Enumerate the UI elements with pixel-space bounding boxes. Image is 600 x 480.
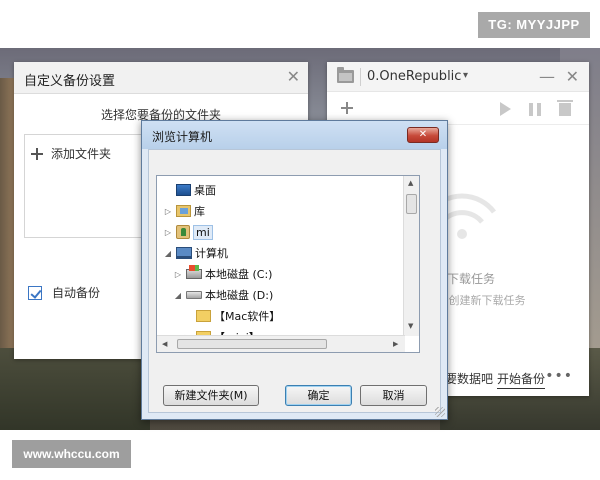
scroll-left-icon[interactable]: ◀ bbox=[162, 340, 167, 348]
close-icon[interactable]: ✕ bbox=[566, 67, 579, 86]
user-folder-icon bbox=[176, 225, 190, 239]
minimize-icon[interactable]: — bbox=[539, 67, 555, 86]
computer-icon bbox=[176, 247, 192, 259]
auto-backup-checkbox[interactable] bbox=[28, 285, 42, 300]
scroll-thumb[interactable] bbox=[177, 339, 327, 349]
add-folder-label: 添加文件夹 bbox=[51, 147, 112, 161]
trash-icon[interactable] bbox=[557, 100, 573, 116]
folder-icon bbox=[337, 67, 354, 83]
tree-item-desktop[interactable]: 桌面 bbox=[163, 180, 216, 200]
tree-item-drive-d[interactable]: ◢ 本地磁盘 (D:) bbox=[173, 285, 273, 305]
tree-item-label: 【Mac软件】 bbox=[214, 310, 281, 323]
restore-data-link[interactable]: 要数据吧 bbox=[445, 370, 493, 387]
tree-item-label: mi bbox=[193, 224, 213, 240]
horizontal-scrollbar[interactable]: ◀ ▶ bbox=[157, 335, 405, 352]
tree-item-label: 库 bbox=[194, 205, 205, 218]
resize-grip-icon[interactable] bbox=[435, 407, 445, 417]
plus-icon bbox=[31, 147, 43, 160]
new-folder-button[interactable]: 新建文件夹(M) bbox=[163, 385, 259, 406]
watermark-top-right: TG: MYYJJPP bbox=[478, 12, 590, 38]
drive-icon bbox=[186, 291, 202, 299]
empty-state-title: 下载任务 bbox=[447, 272, 496, 286]
auto-backup-option: 自动备份 bbox=[28, 284, 100, 301]
play-icon[interactable] bbox=[500, 102, 511, 116]
ok-button[interactable]: 确定 bbox=[285, 385, 352, 406]
dialog-close-button[interactable]: ✕ bbox=[407, 127, 439, 143]
expand-arrow-icon[interactable]: ▷ bbox=[163, 207, 173, 216]
vertical-scrollbar[interactable]: ▲ ▼ bbox=[403, 176, 419, 336]
folder-icon bbox=[196, 310, 211, 322]
download-titlebar[interactable]: 0.OneRepublic ▾ — ✕ bbox=[327, 62, 589, 92]
tree-item-label: 计算机 bbox=[195, 247, 228, 260]
library-icon bbox=[176, 205, 191, 217]
watermark-bottom-left: www.whccu.com bbox=[12, 440, 131, 468]
title-separator bbox=[360, 68, 361, 86]
tree-item-label: 桌面 bbox=[194, 184, 216, 197]
chevron-down-icon[interactable]: ▾ bbox=[463, 70, 468, 81]
scroll-right-icon[interactable]: ▶ bbox=[393, 340, 398, 348]
dialog-title: 浏览计算机 bbox=[152, 130, 213, 144]
dialog-titlebar[interactable]: 浏览计算机 ✕ bbox=[142, 121, 447, 149]
scroll-thumb[interactable] bbox=[406, 194, 417, 214]
tree-item-label: 本地磁盘 (D:) bbox=[205, 289, 274, 302]
scroll-up-icon[interactable]: ▲ bbox=[408, 179, 413, 187]
collapse-arrow-icon[interactable]: ◢ bbox=[173, 291, 183, 300]
plus-icon bbox=[341, 102, 353, 114]
folder-tree[interactable]: 桌面 ▷ 库 ▷ mi ◢ 计算机 ▷ 本地磁盘 (C:) ◢ 本地磁盘 (D:… bbox=[156, 175, 420, 353]
add-folder-button[interactable]: 添加文件夹 bbox=[31, 145, 111, 162]
collapse-arrow-icon[interactable]: ◢ bbox=[163, 249, 173, 258]
more-icon[interactable]: ••• bbox=[545, 368, 573, 384]
tree-item-library[interactable]: ▷ 库 bbox=[163, 201, 205, 221]
backup-settings-title: 自定义备份设置 bbox=[24, 74, 116, 89]
tree-item-mi[interactable]: ▷ mi bbox=[163, 222, 213, 242]
backup-settings-titlebar[interactable]: 自定义备份设置 ✕ bbox=[14, 62, 308, 94]
browse-computer-dialog: 浏览计算机 ✕ 桌面 ▷ 库 ▷ mi ◢ 计算机 ▷ 本地磁盘 (C:) ◢ … bbox=[141, 120, 448, 420]
expand-arrow-icon[interactable]: ▷ bbox=[163, 228, 173, 237]
auto-backup-label: 自动备份 bbox=[52, 286, 101, 300]
tree-item-drive-c[interactable]: ▷ 本地磁盘 (C:) bbox=[173, 264, 272, 284]
empty-state-hint: *创建新下载任务 bbox=[443, 294, 526, 307]
pause-icon[interactable] bbox=[529, 103, 541, 116]
tree-item-computer[interactable]: ◢ 计算机 bbox=[163, 243, 228, 263]
tree-item-label: 本地磁盘 (C:) bbox=[205, 268, 273, 281]
close-icon[interactable]: ✕ bbox=[287, 67, 300, 87]
expand-arrow-icon[interactable]: ▷ bbox=[173, 270, 183, 279]
scroll-down-icon[interactable]: ▼ bbox=[408, 322, 413, 330]
start-backup-link[interactable]: 开始备份 bbox=[497, 370, 546, 389]
add-task-button[interactable] bbox=[341, 102, 353, 117]
download-window-title[interactable]: 0.OneRepublic bbox=[367, 69, 461, 84]
desktop-trees-left bbox=[0, 348, 150, 430]
system-drive-icon bbox=[186, 265, 202, 279]
tree-item-mac-software[interactable]: 【Mac软件】 bbox=[183, 306, 280, 326]
cancel-button[interactable]: 取消 bbox=[360, 385, 427, 406]
desktop-icon bbox=[176, 184, 191, 196]
